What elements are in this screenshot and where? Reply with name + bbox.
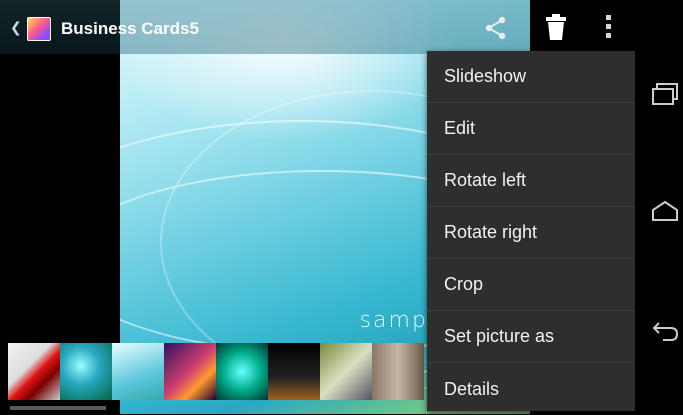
share-icon[interactable] bbox=[483, 15, 509, 41]
back-arrow-icon[interactable] bbox=[651, 320, 679, 342]
page-title[interactable]: Business Cards5 bbox=[61, 19, 199, 39]
action-bar: ❮ Business Cards5 bbox=[0, 0, 635, 54]
filmstrip-thumb[interactable] bbox=[8, 343, 60, 400]
filmstrip-scrollbar[interactable] bbox=[10, 406, 106, 410]
menu-item-edit[interactable]: Edit bbox=[427, 103, 635, 155]
menu-item-rotate-left[interactable]: Rotate left bbox=[427, 155, 635, 207]
filmstrip-thumb[interactable] bbox=[112, 343, 164, 400]
home-icon[interactable] bbox=[651, 200, 679, 222]
menu-item-crop[interactable]: Crop bbox=[427, 259, 635, 311]
menu-item-slideshow[interactable]: Slideshow bbox=[427, 51, 635, 103]
overflow-menu: Slideshow Edit Rotate left Rotate right … bbox=[427, 51, 635, 411]
trash-icon bbox=[546, 14, 566, 40]
filmstrip-thumb[interactable] bbox=[268, 343, 320, 400]
delete-button[interactable] bbox=[530, 0, 582, 54]
overflow-menu-button[interactable] bbox=[582, 0, 635, 54]
gallery-app-icon[interactable] bbox=[27, 17, 51, 41]
overflow-menu-icon bbox=[606, 15, 611, 42]
recent-apps-icon[interactable] bbox=[651, 83, 679, 105]
menu-item-details[interactable]: Details bbox=[427, 363, 635, 415]
filmstrip-thumb[interactable] bbox=[372, 343, 424, 400]
chevron-left-icon[interactable]: ❮ bbox=[10, 19, 22, 36]
menu-item-rotate-right[interactable]: Rotate right bbox=[427, 207, 635, 259]
menu-item-set-picture-as[interactable]: Set picture as bbox=[427, 311, 635, 363]
filmstrip-thumb[interactable] bbox=[60, 343, 112, 400]
filmstrip-thumb[interactable] bbox=[216, 343, 268, 400]
filmstrip-thumb[interactable] bbox=[164, 343, 216, 400]
system-nav-bar bbox=[635, 0, 683, 414]
filmstrip-thumb[interactable] bbox=[320, 343, 372, 400]
